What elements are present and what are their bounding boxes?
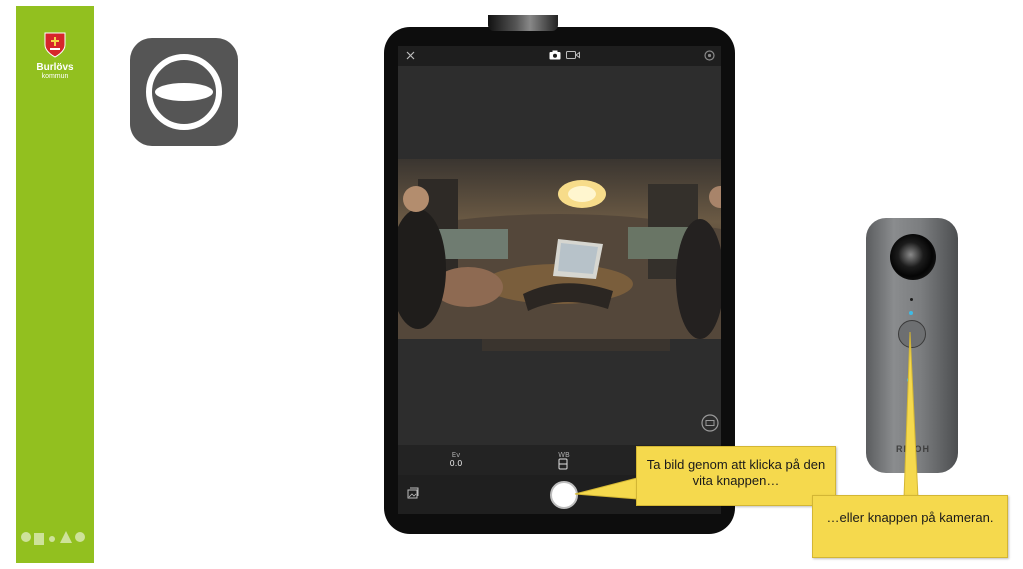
callout-tablet-text: Ta bild genom att klicka på den vita kna… <box>646 457 826 488</box>
white-balance-icon[interactable] <box>558 458 568 470</box>
callout-pointer-1 <box>574 477 638 500</box>
theta-app-icon <box>130 38 238 146</box>
callout-camera-text: …eller knappen på kameran. <box>826 510 994 525</box>
panorama-bottom-strip <box>482 339 670 351</box>
camera-mic-dot <box>910 298 913 301</box>
tablet-screen: Ev 0.0 WB <box>398 46 721 514</box>
panorama-preview[interactable] <box>398 159 721 339</box>
camera-icon[interactable] <box>549 50 561 60</box>
close-icon[interactable] <box>406 51 415 60</box>
callout-tablet-tip: Ta bild genom att klicka på den vita kna… <box>636 446 836 506</box>
gear-icon[interactable] <box>704 50 715 61</box>
slide: Burlövs kommun Ev 0.0 WB Ta bild genom a… <box>0 0 1023 569</box>
logo-name: Burlövs <box>36 62 74 73</box>
video-icon[interactable] <box>566 50 580 60</box>
camera-lens <box>890 234 936 280</box>
callout-pointer-2 <box>903 331 919 499</box>
ev-label: Ev <box>451 451 461 459</box>
panorama-image <box>398 179 721 339</box>
sidebar: Burlövs kommun <box>16 6 94 563</box>
tablet-notch <box>488 15 558 31</box>
gallery-icon[interactable] <box>407 487 419 499</box>
callout-camera-tip: …eller knappen på kameran. <box>812 495 1008 558</box>
camera-led-top <box>909 311 913 315</box>
app-top-bar <box>398 46 721 66</box>
view-toggle-icon[interactable] <box>701 414 719 432</box>
logo-sub: kommun <box>41 73 69 80</box>
decorative-figures <box>21 531 85 545</box>
theta-lens-icon <box>146 54 222 130</box>
municipality-logo: Burlövs kommun <box>26 32 84 81</box>
ev-value[interactable]: 0.0 <box>446 459 466 468</box>
shield-icon <box>44 32 66 58</box>
